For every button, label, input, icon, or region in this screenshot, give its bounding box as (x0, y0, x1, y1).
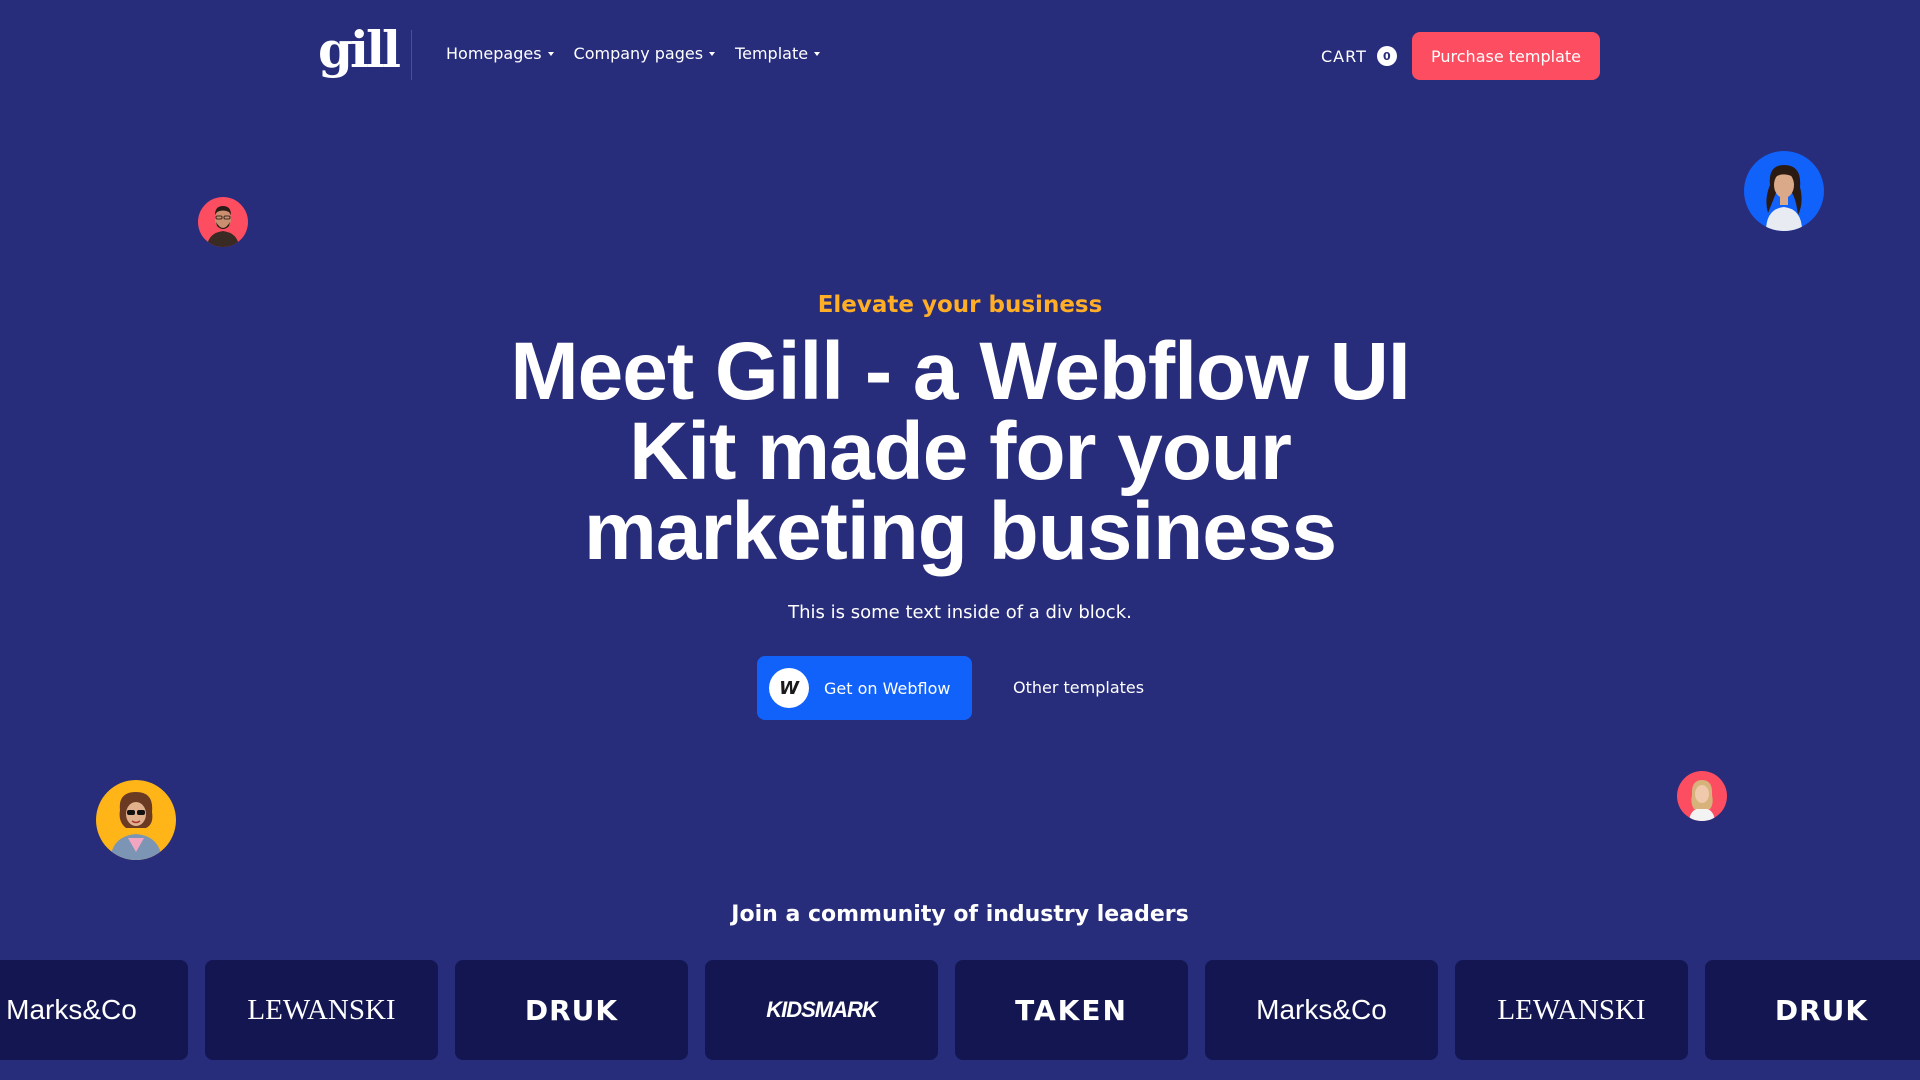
client-logo-strip: Marks&Co LEWANSKI DRUK KIDSMARK TAKEN Ma… (0, 960, 1920, 1060)
client-logo-card: KIDSMARK (705, 960, 938, 1060)
cart-count-badge: 0 (1376, 46, 1397, 66)
client-logo-card: Marks&Co (1205, 960, 1438, 1060)
nav-link-label: Homepages (446, 44, 542, 63)
nav-link-company-pages[interactable]: Company pages (574, 44, 716, 63)
nav-link-label: Company pages (573, 44, 704, 63)
hero-subtext: This is some text inside of a div block. (788, 602, 1132, 623)
nav-links: Homepages Company pages Template (446, 44, 821, 63)
avatar-man-with-beard (198, 197, 248, 247)
client-logo-card: DRUK (455, 960, 688, 1060)
lewanski-logo: LEWANSKI (247, 993, 396, 1026)
avatar-woman-dark-hair (1744, 151, 1824, 231)
nav-link-template[interactable]: Template (735, 44, 821, 63)
avatar-woman-sunglasses (96, 780, 176, 860)
top-navigation: gill Homepages Company pages Template CA… (0, 0, 1920, 112)
get-on-webflow-button[interactable]: W Get on Webflow (757, 656, 972, 720)
hero-headline: Meet Gill - a Webflow UI Kit made for yo… (510, 326, 1410, 577)
purchase-template-button[interactable]: Purchase template (1412, 32, 1600, 80)
chevron-down-icon (709, 51, 716, 56)
landing-page: gill Homepages Company pages Template CA… (0, 0, 1920, 1080)
client-logo-card: LEWANSKI (1455, 960, 1688, 1060)
hero-eyebrow: Elevate your business (817, 292, 1103, 318)
chevron-down-icon (547, 51, 554, 56)
other-templates-link[interactable]: Other templates (1013, 678, 1144, 697)
nav-divider (411, 30, 412, 80)
marksco-logo: Marks&Co (1256, 994, 1387, 1025)
webflow-icon: W (769, 668, 809, 708)
cart-button[interactable]: CART 0 (1321, 46, 1397, 66)
nav-link-label: Template (735, 44, 809, 63)
get-on-webflow-label: Get on Webflow (824, 678, 951, 698)
taken-logo: TAKEN (1015, 993, 1128, 1027)
lewanski-logo: LEWANSKI (1497, 993, 1646, 1026)
community-title: Join a community of industry leaders (731, 902, 1189, 927)
client-logo-card: LEWANSKI (205, 960, 438, 1060)
client-logo-card: TAKEN (955, 960, 1188, 1060)
nav-link-homepages[interactable]: Homepages (446, 44, 554, 63)
chevron-down-icon (814, 51, 821, 56)
cart-label: CART (1321, 46, 1367, 66)
druk-logo: DRUK (1774, 993, 1869, 1027)
client-logo-card: Marks&Co (0, 960, 188, 1060)
marksco-logo: Marks&Co (6, 994, 137, 1025)
druk-logo: DRUK (524, 993, 619, 1027)
avatar-woman-blonde (1677, 771, 1727, 821)
client-logo-card: DRUK (1705, 960, 1920, 1060)
gill-logo[interactable]: gill (318, 22, 401, 78)
kidsmark-logo: KIDSMARK (766, 997, 878, 1022)
